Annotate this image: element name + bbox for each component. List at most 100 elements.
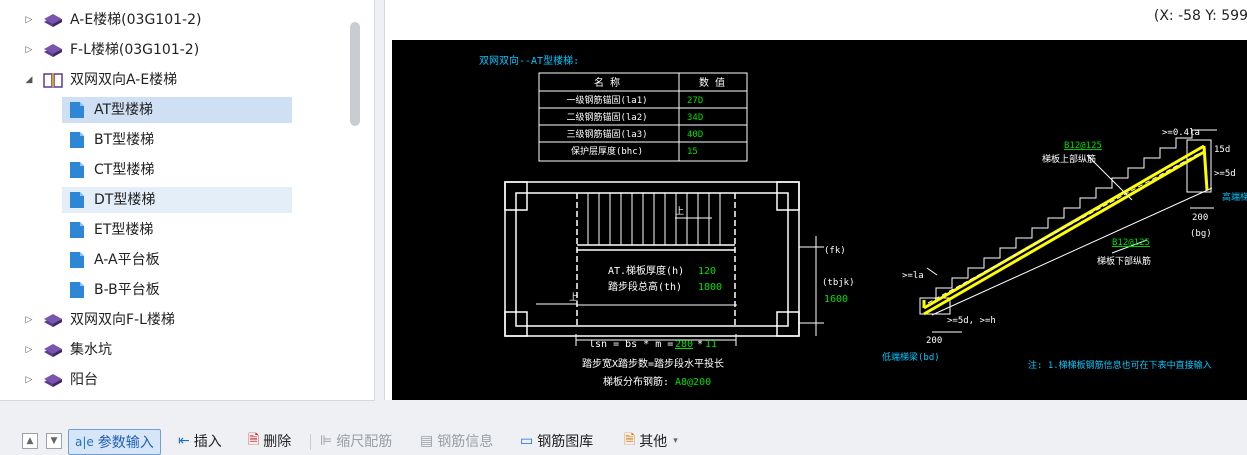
tree-item-label: 集水坑 bbox=[70, 342, 112, 358]
tree-item-label: A-A平台板 bbox=[94, 252, 160, 268]
stair-plan bbox=[504, 181, 800, 337]
insert-icon: ⇤ bbox=[178, 433, 190, 449]
tree-item[interactable]: ▷ 阳台 bbox=[22, 367, 98, 393]
scale-rebar-icon: ⊫ bbox=[320, 433, 333, 449]
formula-prefix: lsn = bs * m = bbox=[589, 339, 673, 350]
tree-item-label: DT型楼梯 bbox=[94, 192, 156, 208]
plan-tbjk-label: (tbjk) bbox=[822, 278, 855, 288]
plan-height-label: 踏步段总高(th) bbox=[608, 280, 682, 293]
top-5d-label: >=5d bbox=[1214, 169, 1236, 179]
low-5d-label: >=5d, >=h bbox=[947, 316, 996, 326]
rebar-info-button[interactable]: ▤ 钢筋信息 bbox=[420, 428, 493, 454]
arrow-down-icon: ▼ bbox=[46, 433, 62, 449]
tree-item-label: 阳台 bbox=[70, 372, 98, 388]
expand-arrow-icon[interactable]: ▷ bbox=[22, 337, 36, 363]
table-row-value: 27D bbox=[687, 96, 703, 106]
toolbar-divider bbox=[310, 434, 311, 450]
arrow-up-icon: ▲ bbox=[22, 433, 38, 449]
tree-item[interactable]: ▷ 集水坑 bbox=[22, 337, 112, 363]
insert-label: 插入 bbox=[193, 434, 222, 450]
formula-step-count: 11 bbox=[705, 339, 717, 350]
plan-up-label: 上 bbox=[569, 292, 578, 303]
table-row-name: 二级钢筋锚固(la2) bbox=[566, 111, 647, 123]
other-dropdown-button[interactable]: 🗎 其他 ▾ bbox=[624, 428, 678, 454]
tree-item[interactable]: DT型楼梯 bbox=[62, 187, 292, 213]
tree-item[interactable]: ▷ 双网双向F-L楼梯 bbox=[22, 307, 175, 333]
collapse-arrow-icon[interactable]: ◢ bbox=[22, 67, 36, 93]
plan-up-label: 上 bbox=[675, 206, 684, 217]
tree-item-label: 双网双向A-E楼梯 bbox=[70, 72, 178, 88]
rebar-library-button[interactable]: ▭ 钢筋图库 bbox=[520, 428, 593, 454]
scale-rebar-button[interactable]: ⊫ 缩尺配筋 bbox=[320, 428, 392, 454]
page-icon bbox=[66, 281, 88, 299]
tree-item[interactable]: ▷ A-E楼梯(03G101-2) bbox=[22, 7, 202, 33]
tree-item[interactable]: ◢ 双网双向A-E楼梯 bbox=[22, 67, 178, 93]
book-stack-icon bbox=[42, 41, 64, 59]
insert-button[interactable]: ⇤ 插入 bbox=[178, 428, 222, 454]
tree-item[interactable]: BT型楼梯 bbox=[62, 127, 292, 153]
stair-drawing-canvas[interactable]: 双网双向--AT型楼梯: 名 称 数 值 一级钢筋锚固(la1) 27D 二级钢… bbox=[392, 40, 1247, 400]
table-row-name: 保护层厚度(bhc) bbox=[571, 145, 643, 157]
distribution-value: A8@200 bbox=[675, 377, 711, 388]
expand-arrow-icon[interactable]: ▷ bbox=[22, 7, 36, 33]
page-icon bbox=[66, 161, 88, 179]
param-input-button[interactable]: a|e 参数输入 bbox=[68, 429, 161, 455]
bg-label: (bg) bbox=[1190, 229, 1212, 239]
tree-scrollbar-thumb[interactable] bbox=[350, 22, 360, 126]
delete-button[interactable]: 🗎 删除 bbox=[248, 428, 291, 454]
scale-rebar-label: 缩尺配筋 bbox=[336, 434, 393, 450]
other-icon: 🗎 bbox=[624, 432, 636, 448]
book-stack-icon bbox=[42, 311, 64, 329]
dim-200-low: 200 bbox=[926, 336, 942, 346]
rebar-library-icon: ▭ bbox=[520, 433, 534, 449]
page-icon bbox=[66, 251, 88, 269]
bottom-bar-value: B12@125 bbox=[1112, 238, 1150, 248]
top-anchor-label: >=0.4la bbox=[1162, 128, 1200, 138]
delete-icon: 🗎 bbox=[248, 432, 260, 448]
top-bar-label: 梯板上部纵筋 bbox=[1042, 153, 1096, 165]
table-row-name: 三级钢筋锚固(la3) bbox=[566, 128, 647, 140]
tree-item[interactable]: ET型楼梯 bbox=[62, 217, 292, 243]
page-icon bbox=[66, 131, 88, 149]
plan-fk-label: (fk) bbox=[824, 246, 846, 256]
coordinate-readout: (X: -58 Y: 599 bbox=[1153, 8, 1247, 24]
bottom-bar-label: 梯板下部纵筋 bbox=[1097, 255, 1151, 267]
page-icon bbox=[66, 101, 88, 119]
tree-item[interactable]: B-B平台板 bbox=[62, 277, 292, 303]
formula-caption: 踏步宽X踏步数=踏步段水平投长 bbox=[582, 357, 724, 370]
open-book-icon bbox=[42, 71, 64, 89]
rebar-library-label: 钢筋图库 bbox=[537, 434, 594, 450]
section-note: 注: 1.梯梯板钢筋信息也可在下表中直接输入 bbox=[1028, 359, 1212, 371]
expand-arrow-icon[interactable]: ▷ bbox=[22, 367, 36, 393]
tree-item-label: F-L楼梯(03G101-2) bbox=[70, 42, 200, 58]
tree-item[interactable]: A-A平台板 bbox=[62, 247, 292, 273]
distribution-label: 梯板分布钢筋: bbox=[603, 375, 669, 388]
tree-item-label: A-E楼梯(03G101-2) bbox=[70, 12, 202, 28]
tree-item[interactable]: ▷ F-L楼梯(03G101-2) bbox=[22, 37, 200, 63]
move-down-button[interactable]: ▼ bbox=[46, 428, 62, 454]
tree-item[interactable]: CT型楼梯 bbox=[62, 157, 292, 183]
move-up-button[interactable]: ▲ bbox=[22, 428, 38, 454]
formula-star: * bbox=[697, 339, 703, 350]
book-stack-icon bbox=[42, 341, 64, 359]
page-icon bbox=[66, 221, 88, 239]
table-header-name: 名 称 bbox=[594, 76, 620, 89]
expand-arrow-icon[interactable]: ▷ bbox=[22, 37, 36, 63]
tree-item[interactable]: AT型楼梯 bbox=[62, 97, 292, 123]
top-bar-value: B12@125 bbox=[1064, 141, 1102, 151]
table-row-value: 34D bbox=[687, 113, 703, 123]
stair-tree-panel: ▷ A-E楼梯(03G101-2) ▷ F-L楼梯(03G101-2) ◢ 双网双向A-E… bbox=[0, 0, 375, 401]
table-header-value: 数 值 bbox=[699, 76, 725, 89]
dim-200-top: 200 bbox=[1192, 213, 1208, 223]
la-label: >=la bbox=[902, 271, 924, 281]
tree-item-label: CT型楼梯 bbox=[94, 162, 155, 178]
param-input-icon: a|e bbox=[75, 435, 94, 449]
plan-thickness-label: AT.梯板厚度(h) bbox=[608, 264, 684, 277]
chevron-down-icon: ▾ bbox=[673, 436, 678, 446]
delete-label: 删除 bbox=[263, 434, 292, 450]
table-row-value: 40D bbox=[687, 130, 703, 140]
tree-item-label: AT型楼梯 bbox=[94, 102, 154, 118]
book-stack-icon bbox=[42, 371, 64, 389]
expand-arrow-icon[interactable]: ▷ bbox=[22, 307, 36, 333]
formula-step-width: 280 bbox=[675, 339, 693, 350]
